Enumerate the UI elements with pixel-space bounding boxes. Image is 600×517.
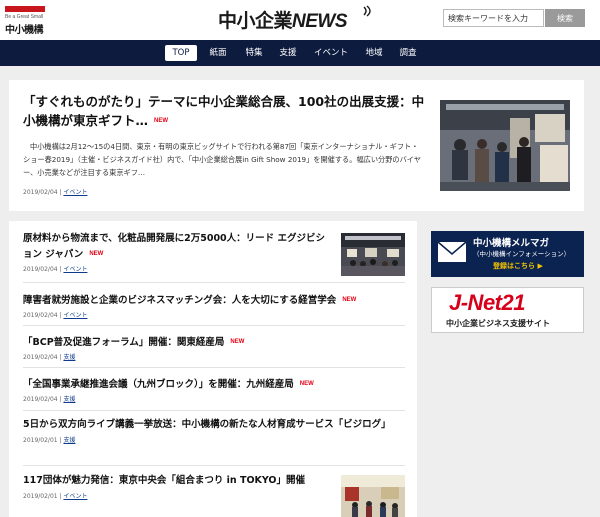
main-nav: TOP 紙面 特集 支援 イベント 地域 調査 [0,40,600,66]
newsletter-title: 中小機構メルマガ [473,238,550,249]
site-title[interactable]: 中小企業NEWS [218,6,348,33]
list-item[interactable]: 障害者就労施設と企業のビジネスマッチング会：人を大切にする経営学会 NEW 201… [23,293,405,320]
nav-item-feature[interactable]: 特集 [242,45,266,61]
divider [23,325,405,326]
new-badge: NEW [89,250,104,257]
nav-item-support[interactable]: 支援 [276,45,300,61]
article-category-link[interactable]: 支援 [63,396,75,403]
article-title[interactable]: 「BCP普及促進フォーラム」開催：関東経産局 NEW [23,335,405,350]
featured-description: 中小機構は2月12～15の4日間、東京・有明の東京ビッグサイトで行われる第87回… [23,142,421,178]
new-badge: NEW [299,381,314,387]
list-item[interactable]: 「全国事業承継推進会議（九州ブロック）」を開催：九州経産局 NEW 2019/02… [23,377,405,404]
featured-article[interactable]: 「すぐれものがたり」テーマに中小企業総合展、100社の出展支援：中小機構が東京ギ… [9,80,584,211]
envelope-icon [437,241,467,262]
newsletter-register-link[interactable]: 登録はこちら ▶ [493,261,543,271]
article-category-link[interactable]: 支援 [63,437,75,444]
nav-item-region[interactable]: 地域 [362,45,386,61]
jnet21-banner[interactable]: J-Net21 中小企業ビジネス支援サイト [431,287,584,333]
site-title-en: NEWS [292,11,348,32]
article-title[interactable]: 5日から双方向ライブ講義一挙放送：中小機構の新たな人材育成サービス「ビジログ」 [23,418,405,433]
divider [23,410,405,411]
article-title[interactable]: 117団体が魅力発信：東京中央会「組合まつり in TOKYO」開催 [23,474,333,489]
list-item[interactable]: 「BCP普及促進フォーラム」開催：関東経産局 NEW 2019/02/04 | 支… [23,335,405,362]
logo-org-name: 中小機構 [5,25,44,36]
featured-date: 2019/02/04 [23,189,58,196]
nav-item-research[interactable]: 調査 [396,45,420,61]
divider [23,465,405,466]
new-badge: NEW [230,339,245,345]
divider [23,367,405,368]
article-meta: 2019/02/04 | イベント [23,265,88,273]
list-item[interactable]: 5日から双方向ライブ講義一挙放送：中小機構の新たな人材育成サービス「ビジログ」 … [23,418,405,444]
featured-category-link[interactable]: イベント [63,189,87,196]
signal-wave-icon [363,5,371,17]
site-title-jp: 中小企業 [218,10,293,32]
search-button[interactable]: 検索 [545,9,585,27]
newsletter-banner[interactable]: 中小機構メルマガ （中小機構インフォメーション） 登録はこちら ▶ [431,231,584,277]
jnet21-subtitle: 中小企業ビジネス支援サイト [446,319,550,328]
nav-item-event[interactable]: イベント [310,45,352,61]
article-title[interactable]: 「全国事業承継推進会議（九州ブロック）」を開催：九州経産局 NEW [23,377,405,392]
list-item[interactable]: 原材料から物流まで、化粧品開発展に2万5000人：リード エグジビション ジャパ… [23,232,333,273]
jnet21-logo: J-Net21 [449,290,525,315]
article-meta: 2019/02/04 | 支援 [23,354,76,362]
article-category-link[interactable]: 支援 [63,354,75,361]
article-thumbnail[interactable] [341,475,405,517]
new-badge: NEW [342,297,357,303]
article-meta: 2019/02/04 | 支援 [23,396,76,404]
article-title[interactable]: 原材料から物流まで、化粧品開発展に2万5000人：リード エグジビション ジャパ… [23,232,333,262]
article-category-link[interactable]: イベント [63,493,87,500]
article-meta: 2019/02/01 | イベント [23,492,88,500]
logo-tagline: Be a Great Small [5,14,44,20]
newsletter-subtitle: （中小機構インフォメーション） [473,250,571,258]
nav-item-paper[interactable]: 紙面 [206,45,230,61]
article-meta: 2019/02/01 | 支援 [23,436,76,444]
list-item[interactable]: 117団体が魅力発信：東京中央会「組合まつり in TOKYO」開催 2019/… [23,474,333,500]
new-badge: NEW [154,118,169,124]
site-header: Be a Great Small 中小機構 中小企業NEWS 検索 [0,0,600,40]
featured-meta: 2019/02/04 | イベント [23,189,88,196]
article-category-link[interactable]: イベント [63,266,87,273]
search-input[interactable] [443,9,544,27]
logo-red-bar [5,6,45,12]
article-list: 原材料から物流まで、化粧品開発展に2万5000人：リード エグジビション ジャパ… [9,221,417,517]
article-category-link[interactable]: イベント [63,312,87,319]
divider [23,282,405,283]
featured-title[interactable]: 「すぐれものがたり」テーマに中小企業総合展、100社の出展支援：中小機構が東京ギ… [23,92,425,131]
article-meta: 2019/02/04 | イベント [23,312,88,320]
article-thumbnail[interactable] [341,233,405,276]
org-logo[interactable]: Be a Great Small 中小機構 [5,6,51,36]
nav-item-top[interactable]: TOP [165,45,197,61]
article-title[interactable]: 障害者就労施設と企業のビジネスマッチング会：人を大切にする経営学会 NEW [23,293,405,308]
arrow-right-icon: ▶ [537,262,543,270]
featured-photo[interactable] [440,100,570,191]
